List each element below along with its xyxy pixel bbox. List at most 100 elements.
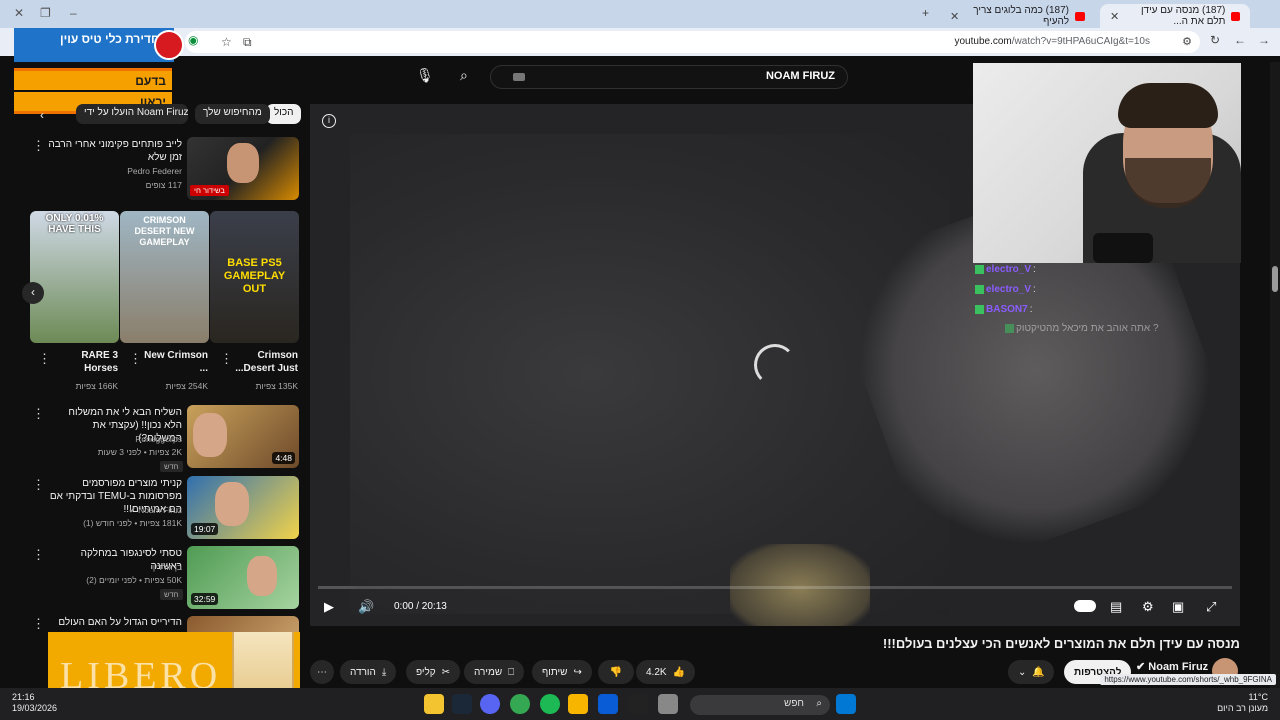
search-input[interactable]: NOAM FIRUZ xyxy=(490,65,848,89)
notifications-button[interactable]: ⌄ 🔔 xyxy=(1008,660,1054,684)
reload-icon[interactable]: ↻ xyxy=(1210,33,1220,47)
view-count: 254K צפיות xyxy=(165,381,208,391)
more-options-icon[interactable]: ⋮ xyxy=(220,351,233,367)
fullscreen-icon[interactable]: ⤢ xyxy=(1206,599,1216,615)
video-thumbnail[interactable]: 19:07 xyxy=(187,476,299,539)
more-options-icon[interactable]: ⋮ xyxy=(129,351,142,367)
channel-name[interactable]: Pedro Federer xyxy=(48,166,182,176)
chip-from-search[interactable]: מהחיפוש שלך xyxy=(195,104,270,124)
scissors-icon: ✂ xyxy=(441,666,451,678)
chat-message: אתה אוהב את מיכאל מהטיקטוק ? xyxy=(1005,323,1159,334)
install-app-icon[interactable]: ⧉ xyxy=(243,35,252,50)
address-bar[interactable]: youtube.com/watch?v=9tHPA6uCAIg&t=10s ⚙ … xyxy=(185,31,1200,53)
chevron-down-icon: ⌄ xyxy=(1018,666,1027,678)
save-button[interactable]: שמירה ⎕ xyxy=(464,660,525,684)
bookmark-star-icon[interactable]: ☆ xyxy=(221,35,232,49)
minimize-window-icon[interactable]: – xyxy=(70,6,77,20)
like-button[interactable]: 4.2K 👍 xyxy=(636,660,696,684)
search-icon: ⌕ xyxy=(816,698,822,709)
spotify-icon[interactable] xyxy=(540,694,560,714)
channel-name[interactable]: בן גורדין xyxy=(48,562,182,572)
miniplayer-icon[interactable]: ▣ xyxy=(1172,599,1184,615)
windows-start-icon[interactable] xyxy=(836,694,856,714)
channel-name-main[interactable]: ✔ Noam Firuz xyxy=(1136,660,1208,673)
browser-tab[interactable]: (187) כמה בלוגים צריך להעיף ✕ xyxy=(940,4,1095,28)
file-explorer-icon[interactable] xyxy=(424,694,444,714)
terminal-icon[interactable] xyxy=(628,694,648,714)
channel-name[interactable]: Noam Firuz ✔ xyxy=(48,505,182,516)
more-actions-button[interactable]: ⋯ xyxy=(310,660,334,684)
voice-search-icon[interactable]: 🎙 xyxy=(416,67,434,84)
shorts-thumbnail[interactable]: BASE PS5 GAMEPLAY OUT xyxy=(210,211,299,343)
new-tab-icon[interactable]: + xyxy=(922,6,929,20)
status-bar-url: https://www.youtube.com/shorts/_whb_9FGI… xyxy=(1100,674,1276,685)
chat-badge-icon xyxy=(975,305,984,314)
chat-text: : xyxy=(1033,284,1036,295)
volume-icon[interactable]: 🔊 xyxy=(358,599,374,615)
more-options-icon[interactable]: ⋮ xyxy=(32,406,45,422)
page-scrollbar[interactable] xyxy=(1270,62,1280,688)
chevron-left-icon[interactable]: ‹ xyxy=(40,108,44,122)
video-duration: 19:07 xyxy=(191,523,219,535)
clip-button[interactable]: קליפ ✂ xyxy=(406,660,461,684)
weather-widget[interactable]: 11°C מעונן רב היום xyxy=(1217,692,1268,714)
more-options-icon[interactable]: ⋮ xyxy=(38,351,51,367)
search-icon[interactable]: ⌕ xyxy=(460,67,468,84)
apps-grid-icon[interactable] xyxy=(598,694,618,714)
extension-icon[interactable]: ◉ xyxy=(188,33,198,47)
task-view-icon[interactable] xyxy=(658,694,678,714)
shorts-title[interactable]: New Crimson ... xyxy=(140,349,208,375)
video-thumbnail[interactable]: 32:59 xyxy=(187,546,299,609)
more-options-icon[interactable]: ⋮ xyxy=(32,138,45,154)
progress-bar[interactable] xyxy=(318,586,1232,589)
shorts-title[interactable]: 3 RARE Horses xyxy=(50,349,118,375)
steam-icon[interactable] xyxy=(452,694,472,714)
chip-all[interactable]: הכול xyxy=(266,104,302,124)
app-icon[interactable] xyxy=(568,694,588,714)
autoplay-toggle[interactable] xyxy=(1074,600,1096,612)
info-icon[interactable]: i xyxy=(322,114,336,128)
shorts-thumbnail[interactable]: CRIMSON DESERT NEW GAMEPLAY xyxy=(120,211,209,343)
close-tab-icon[interactable]: ✕ xyxy=(950,10,959,23)
youtube-icon xyxy=(1231,11,1240,21)
close-window-icon[interactable]: ✕ xyxy=(14,6,24,20)
settings-gear-icon[interactable]: ⚙ xyxy=(1142,599,1154,615)
more-options-icon[interactable]: ⋮ xyxy=(32,477,45,493)
chrome-icon[interactable] xyxy=(510,694,530,714)
site-settings-icon[interactable]: ⚙ xyxy=(1182,35,1192,48)
share-button[interactable]: שיתוף ↪ xyxy=(532,660,592,684)
back-icon[interactable]: → xyxy=(1258,33,1270,47)
shorts-thumbnail[interactable]: ONLY 0.01% HAVE THIS xyxy=(30,211,119,343)
video-thumbnail[interactable]: בשידור חי xyxy=(187,137,299,200)
alert-strip-text: בדעם xyxy=(135,74,166,88)
dislike-button[interactable]: 👎 xyxy=(598,660,634,684)
forward-icon[interactable]: ← xyxy=(1234,33,1246,47)
play-icon[interactable]: ▶ xyxy=(324,599,334,615)
download-icon: ⤓ xyxy=(381,666,387,678)
chat-badge-icon xyxy=(975,285,984,294)
channel-name[interactable]: Roneggclips xyxy=(48,434,182,444)
new-badge: חדש xyxy=(160,589,183,600)
progress-fill xyxy=(318,586,355,589)
captions-icon[interactable]: ▤ xyxy=(1110,599,1122,615)
view-count: 135K צפיות xyxy=(255,381,298,391)
more-options-icon[interactable]: ⋮ xyxy=(32,616,45,632)
browser-tab-active[interactable]: (187) מנסה עם עידן תלם את ה... ✕ xyxy=(1100,4,1250,28)
shorts-title[interactable]: Crimson Desert Just... xyxy=(230,349,298,375)
chip-uploaded-by[interactable]: הועלו על ידי Noam Firuz xyxy=(76,104,188,124)
video-title[interactable]: לייב פותחים פקימוני אחרי הרבה זמן שלא xyxy=(48,138,182,164)
video-thumbnail[interactable]: 4:48 xyxy=(187,405,299,468)
thumbs-down-icon: 👎 xyxy=(609,666,623,678)
close-tab-icon[interactable]: ✕ xyxy=(1110,10,1119,23)
more-options-icon[interactable]: ⋮ xyxy=(32,547,45,563)
discord-icon[interactable] xyxy=(480,694,500,714)
taskbar-clock[interactable]: 21:16 19/03/2026 xyxy=(12,692,57,714)
download-button[interactable]: הורדה ⤓ xyxy=(340,660,397,684)
restore-window-icon[interactable]: ❐ xyxy=(40,6,51,20)
taskbar-search[interactable]: חפש ⌕ xyxy=(690,695,830,715)
keyboard-icon[interactable] xyxy=(513,73,525,81)
shorts-thumb-text: BASE PS5 GAMEPLAY OUT xyxy=(223,257,286,295)
thumbs-up-icon: 👍 xyxy=(672,666,686,678)
scrollbar-thumb[interactable] xyxy=(1272,266,1278,292)
shorts-prev-icon[interactable]: ‹ xyxy=(22,282,44,304)
